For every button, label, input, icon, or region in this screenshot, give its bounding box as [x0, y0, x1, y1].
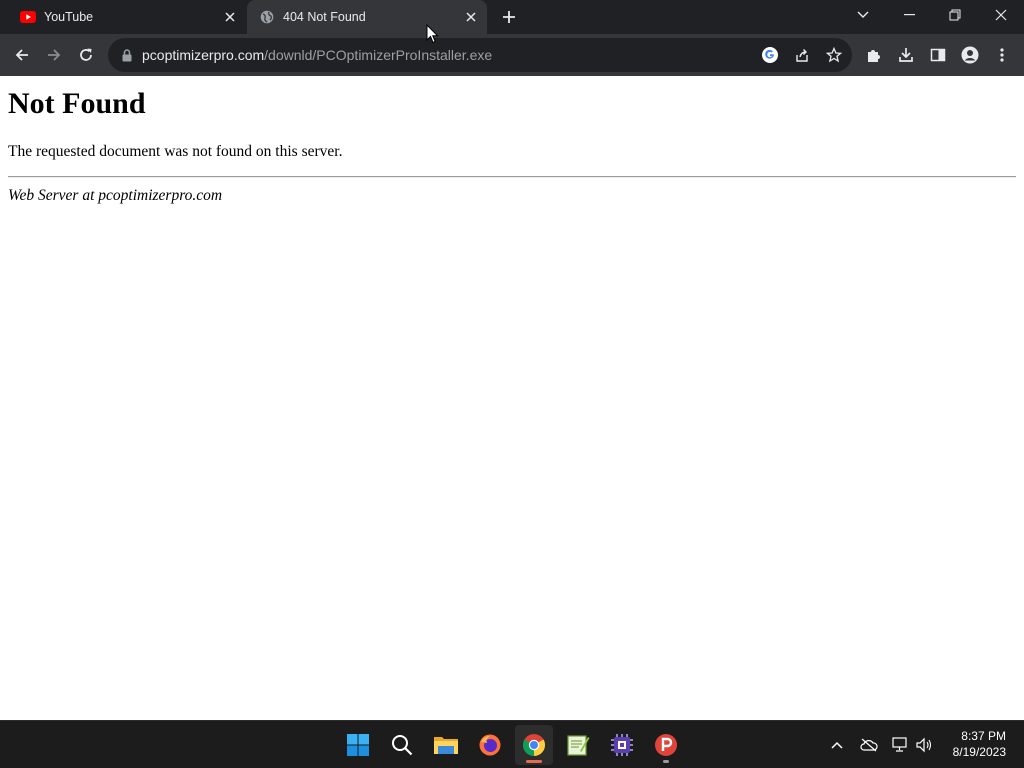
speaker-icon: [916, 737, 932, 753]
system-clock[interactable]: 8:37 PM 8/19/2023: [953, 728, 1006, 760]
network-status[interactable]: [888, 733, 912, 757]
chrome-taskbar-button[interactable]: [515, 725, 553, 765]
show-hidden-icons-button[interactable]: [825, 733, 849, 757]
browser-toolbar: pcoptimizerpro.com/downld/PCOptimizerPro…: [0, 34, 1024, 76]
chrome-menu-button[interactable]: [986, 39, 1018, 71]
close-tab-icon[interactable]: [461, 7, 481, 27]
psiphon-button[interactable]: [647, 725, 685, 765]
cpu-tool-button[interactable]: [603, 725, 641, 765]
cpu-chip-icon: [611, 734, 633, 756]
clock-time: 8:37 PM: [961, 729, 1006, 743]
plus-icon: [503, 11, 515, 23]
error-message: The requested document was not found on …: [8, 143, 343, 160]
url-path: /downld/PCOptimizerProInstaller.exe: [264, 47, 493, 63]
restore-icon: [949, 9, 961, 21]
side-panel-button[interactable]: [922, 39, 954, 71]
notepad-plus-button[interactable]: [559, 725, 597, 765]
back-button[interactable]: [6, 39, 38, 71]
minimize-button[interactable]: [886, 0, 932, 30]
firefox-icon: [479, 734, 501, 756]
reload-icon: [80, 48, 92, 61]
avatar-icon: [961, 46, 979, 64]
url-domain: pcoptimizerpro.com: [142, 47, 265, 63]
download-icon: [899, 48, 913, 62]
side-panel-icon: [930, 48, 946, 62]
downloads-button[interactable]: [890, 39, 922, 71]
divider: [8, 176, 1016, 178]
folder-icon: [434, 737, 458, 754]
address-bar[interactable]: pcoptimizerpro.com/downld/PCOptimizerPro…: [108, 38, 852, 72]
tab-title: 404 Not Found: [283, 10, 366, 24]
cloud-offline-icon: [860, 738, 878, 752]
p-app-icon: [655, 734, 677, 756]
restore-button[interactable]: [932, 0, 978, 30]
extensions-button[interactable]: [858, 39, 890, 71]
search-button[interactable]: [383, 725, 421, 765]
onedrive-status[interactable]: [857, 733, 881, 757]
chevron-up-icon: [831, 741, 843, 749]
firefox-button[interactable]: [471, 725, 509, 765]
kebab-menu-icon: [1000, 48, 1004, 62]
profile-button[interactable]: [954, 39, 986, 71]
chrome-icon: [523, 734, 545, 756]
mouse-cursor-icon: [426, 24, 439, 44]
chevron-down-icon: [857, 11, 869, 18]
globe-icon: [259, 9, 275, 25]
notepad-icon: [567, 735, 590, 756]
reload-button[interactable]: [70, 39, 102, 71]
clock-date: 8/19/2023: [952, 745, 1006, 759]
taskbar: 8:37 PM 8/19/2023: [0, 720, 1024, 768]
search-icon: [392, 735, 413, 756]
arrow-right-icon: [48, 49, 61, 61]
windows-start-icon: [347, 734, 369, 756]
page-content: Not Found The requested document was not…: [0, 76, 1024, 720]
close-icon: [995, 9, 1007, 21]
active-indicator: [526, 760, 542, 763]
file-explorer-button[interactable]: [427, 725, 465, 765]
bookmark-star-icon[interactable]: [822, 43, 846, 67]
share-icon[interactable]: [790, 43, 814, 67]
url-text[interactable]: pcoptimizerpro.com/downld/PCOptimizerPro…: [142, 47, 492, 63]
lock-icon[interactable]: [119, 47, 135, 63]
youtube-icon: [20, 9, 36, 25]
tab-strip: YouTube 404 Not Found: [0, 0, 1024, 34]
server-signature: Web Server at pcoptimizerpro.com: [8, 187, 223, 204]
network-icon: [892, 737, 907, 752]
forward-button[interactable]: [38, 39, 70, 71]
tab-404-not-found[interactable]: 404 Not Found: [247, 0, 487, 34]
minimize-icon: [903, 14, 915, 16]
running-indicator: [663, 760, 669, 763]
page-heading: Not Found: [8, 87, 146, 120]
puzzle-icon: [868, 50, 880, 62]
tab-youtube[interactable]: YouTube: [8, 0, 246, 34]
volume-control[interactable]: [912, 733, 936, 757]
start-button[interactable]: [339, 725, 377, 765]
close-window-button[interactable]: [978, 0, 1024, 30]
new-tab-button[interactable]: [498, 6, 520, 28]
tab-title: YouTube: [44, 10, 94, 24]
close-tab-icon[interactable]: [220, 7, 240, 27]
tab-search-button[interactable]: [850, 3, 876, 27]
google-lens-icon[interactable]: [758, 43, 782, 67]
arrow-left-icon: [15, 49, 28, 61]
